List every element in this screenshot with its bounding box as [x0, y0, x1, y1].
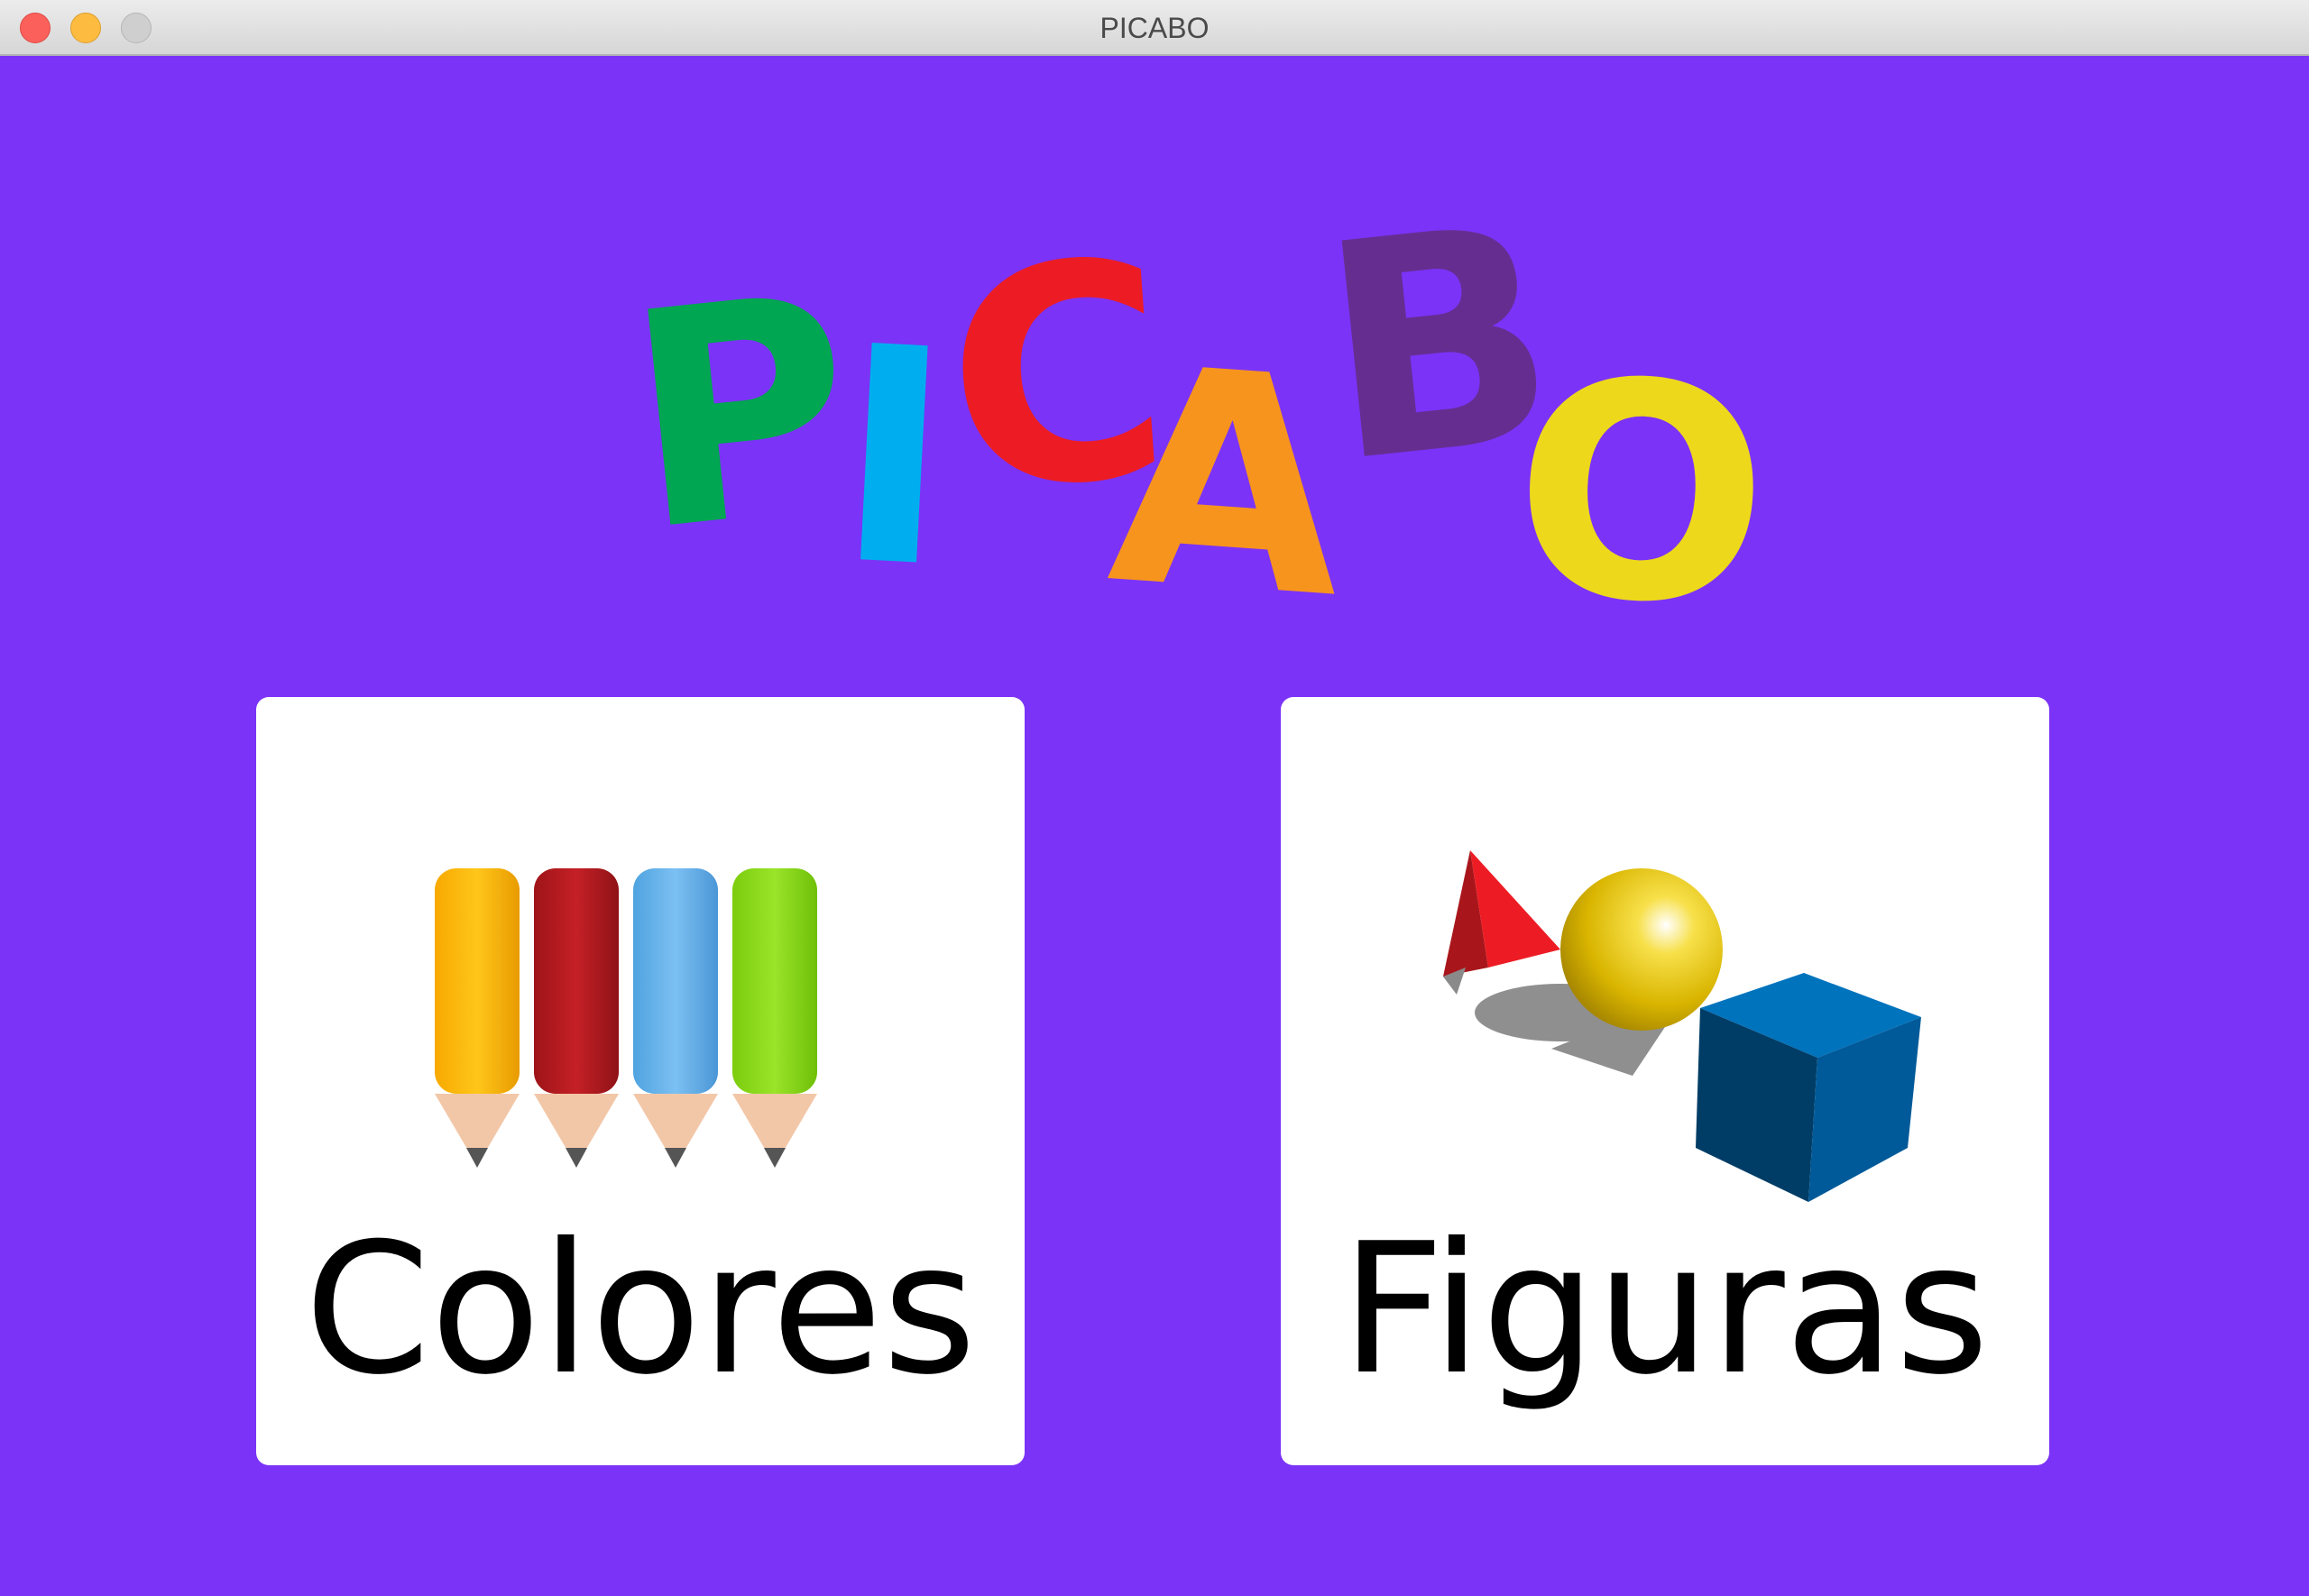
colores-label: Colores	[304, 1205, 977, 1415]
logo-letter-a: A	[1101, 303, 1357, 665]
app-window: PICABO P I C A B O Colores Figuras	[0, 0, 2309, 1596]
sphere-shape	[1560, 868, 1723, 1031]
pencil-yellow	[435, 868, 520, 1168]
pencil-blue	[633, 868, 718, 1168]
figuras-button[interactable]: Figuras	[1281, 697, 2049, 1465]
title-bar: PICABO	[0, 0, 2309, 56]
geometric-shapes-icon	[1281, 697, 2049, 1202]
cube-shape	[1696, 973, 1921, 1202]
logo-letter-p: P	[614, 230, 868, 597]
logo-letter-i: I	[830, 282, 959, 634]
colored-pencils-icon	[256, 697, 1025, 1202]
window-title: PICABO	[1099, 12, 1210, 44]
picabo-logo: P I C A B O	[0, 56, 2309, 669]
pencil-green	[732, 868, 817, 1168]
pyramid-shape	[1443, 850, 1560, 995]
figuras-label: Figuras	[1340, 1205, 1990, 1415]
logo-letter-o: O	[1509, 316, 1774, 669]
pencil-red	[534, 868, 619, 1168]
main-content: P I C A B O Colores Figuras	[0, 56, 2309, 1596]
colores-button[interactable]: Colores	[256, 697, 1025, 1465]
